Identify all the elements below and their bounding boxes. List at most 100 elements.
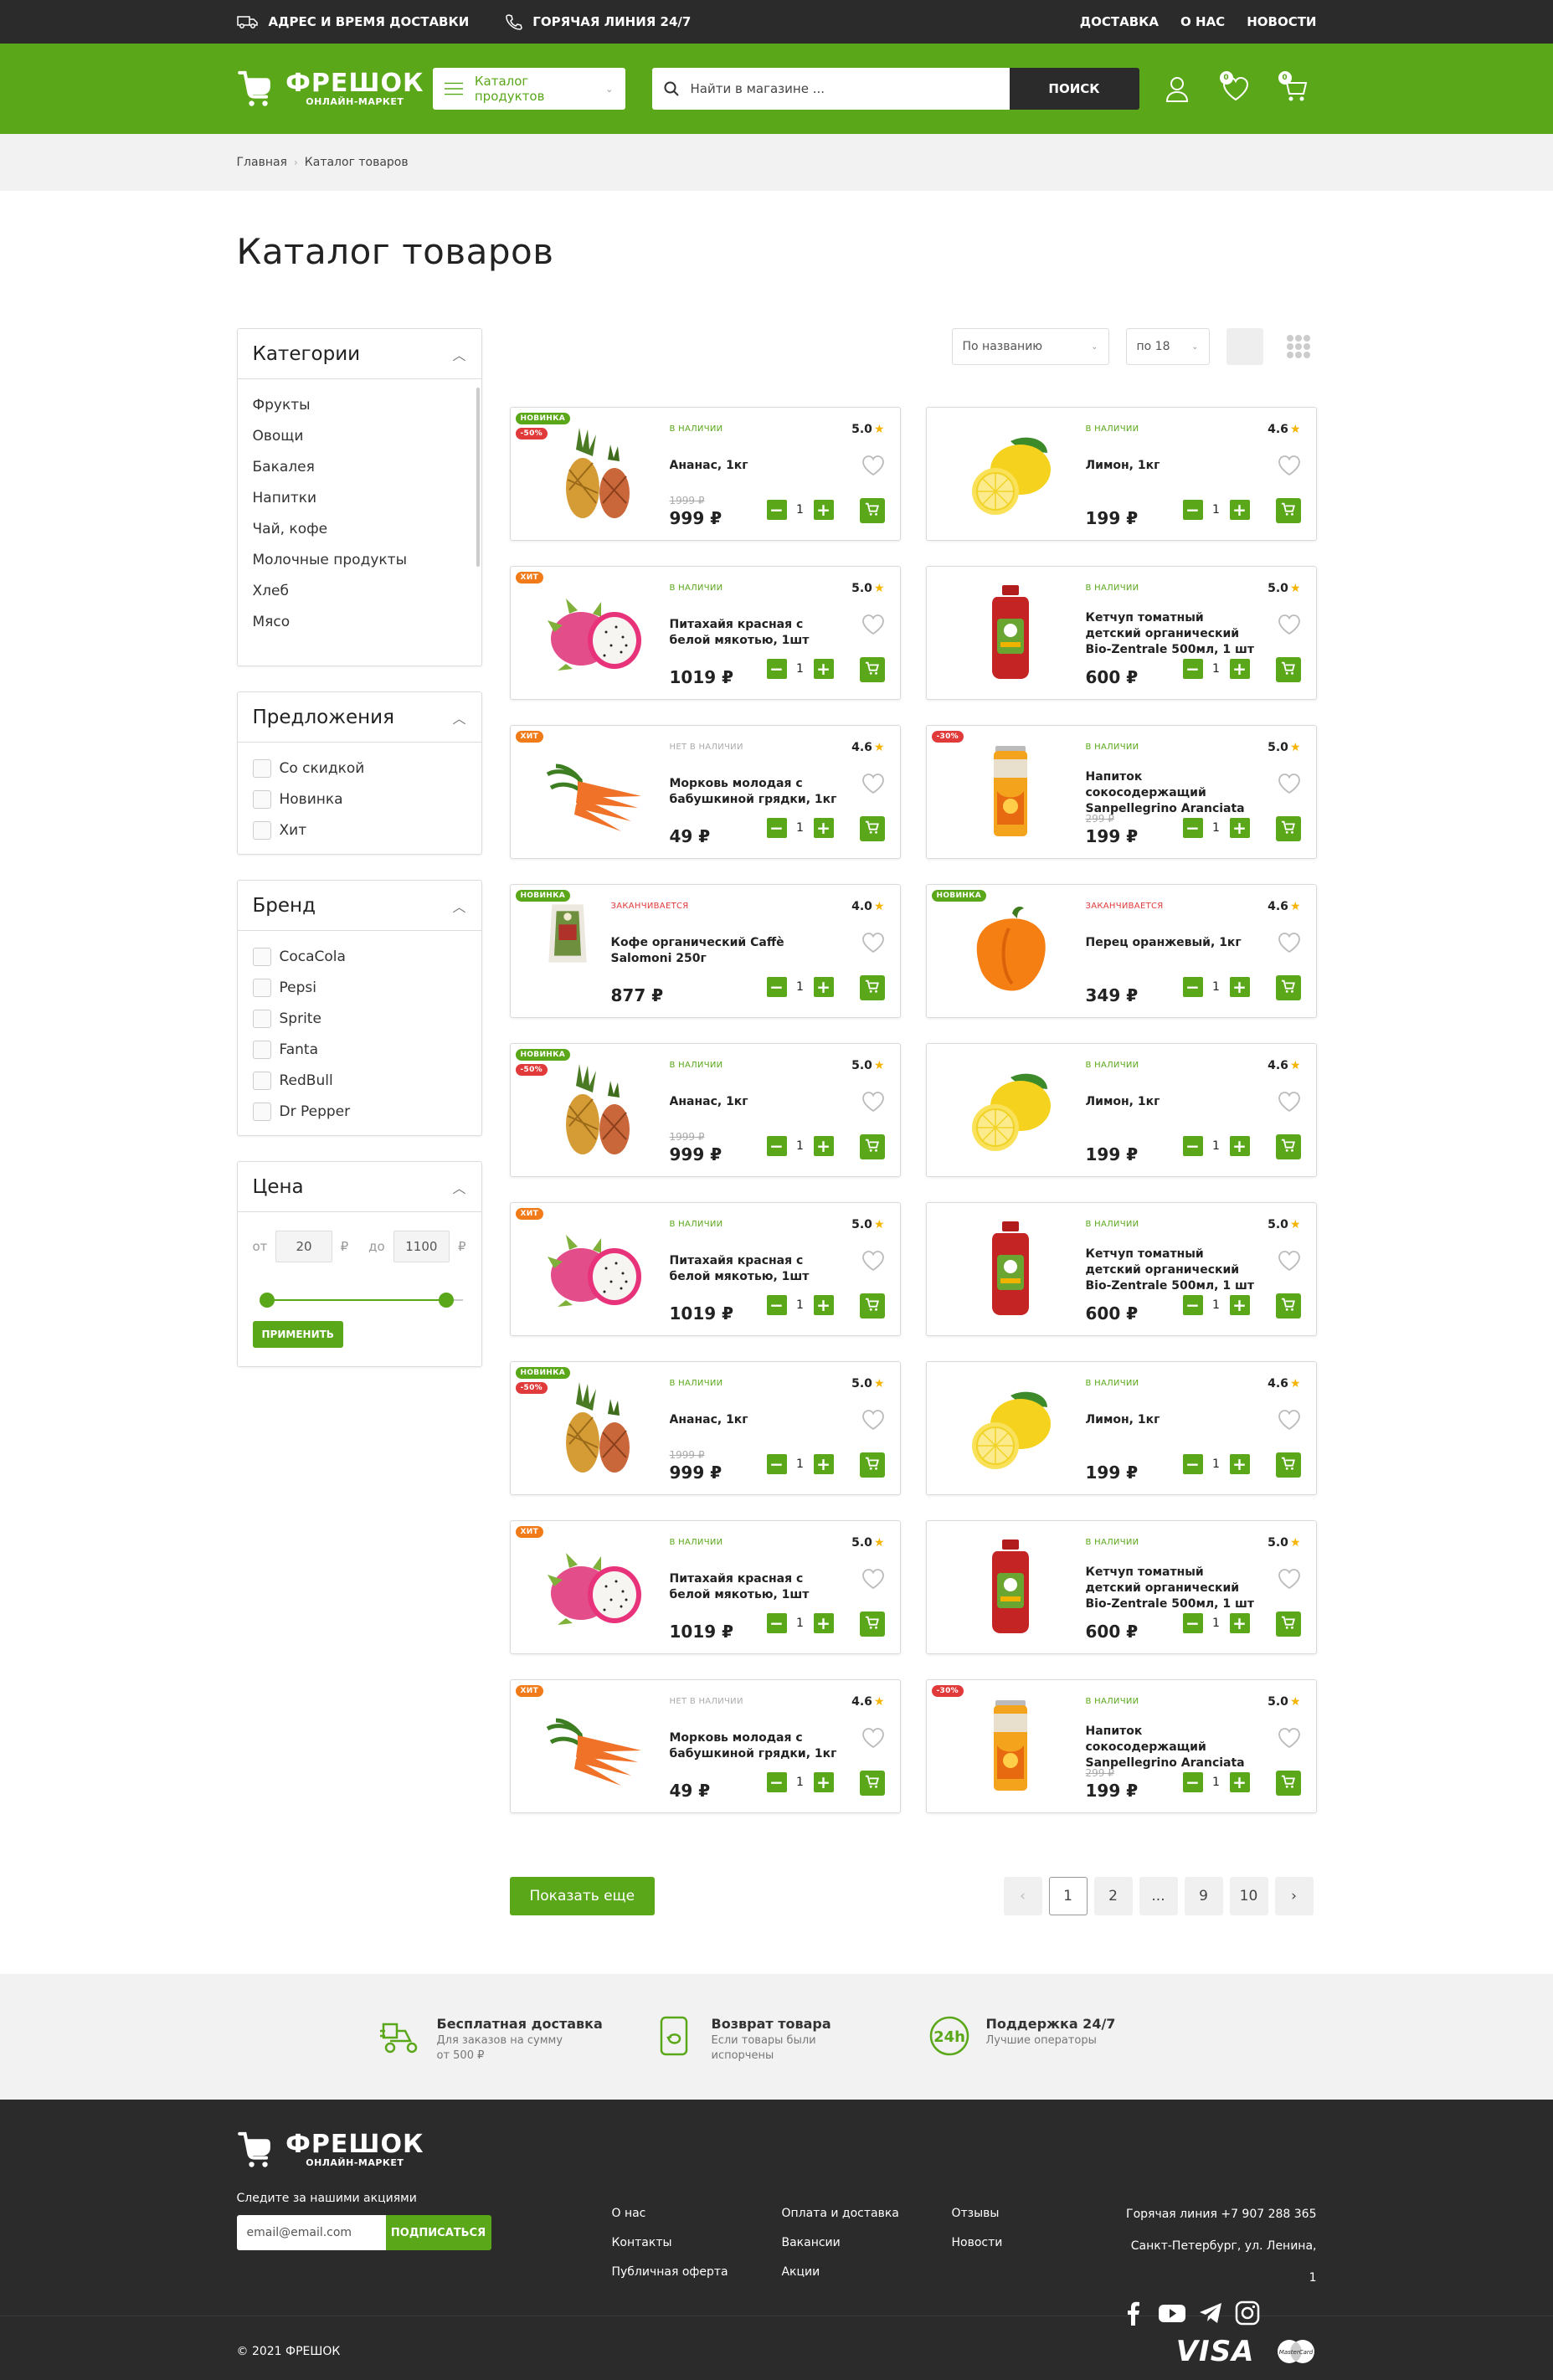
increase-button[interactable]: + [1229,1136,1250,1156]
decrease-button[interactable]: − [766,1772,787,1792]
decrease-button[interactable]: − [766,977,787,997]
add-to-cart-button[interactable] [859,1134,885,1159]
prev-page-button[interactable]: ‹ [1003,1877,1042,1915]
per-page-select[interactable]: по 18 ⌄ [1125,328,1210,365]
price-to-input[interactable]: 1100 [393,1231,450,1262]
product-card[interactable]: НОВИНКА -50% В НАЛИЧИИ 5.0 ★ Ананас, 1кг 1… [509,1361,901,1495]
checkbox-box[interactable] [252,820,271,840]
heart-icon[interactable] [861,1409,885,1431]
checkbox-box[interactable] [252,758,271,778]
footer-link[interactable]: Контакты [611,2236,781,2249]
product-image[interactable] [960,1536,1061,1637]
heart-icon[interactable] [861,773,885,794]
product-name[interactable]: Напиток сокосодержащий Sanpellegrino Ara… [1086,769,1260,817]
scrollbar[interactable] [476,388,480,567]
product-card[interactable]: ХИТ В НАЛИЧИИ 5.0 ★ Питахайя красная с бе… [509,1202,901,1336]
apply-button[interactable]: ПРИМЕНИТЬ [252,1321,343,1348]
subscribe-button[interactable]: ПОДПИСАТЬСЯ [385,2215,491,2250]
decrease-button[interactable]: − [1182,1772,1203,1792]
delivery-address-link[interactable]: АДРЕС И ВРЕМЯ ДОСТАВКИ [236,14,469,29]
footer-link[interactable]: Публичная оферта [611,2265,781,2279]
increase-button[interactable]: + [813,1613,834,1633]
footer-link[interactable]: Оплата и доставка [781,2207,951,2220]
quantity-value[interactable]: 1 [1210,1776,1223,1789]
list-view-button[interactable] [1226,328,1263,365]
add-to-cart-button[interactable] [859,657,885,682]
slider-max-handle[interactable] [438,1293,454,1308]
quantity-value[interactable]: 1 [794,821,807,835]
page-button[interactable]: 10 [1229,1877,1268,1915]
add-to-cart-button[interactable] [1275,975,1301,1000]
filter-price-header[interactable]: Цена ︿ [237,1162,481,1212]
heart-icon[interactable] [1278,1727,1301,1749]
nav-link-about[interactable]: О НАС [1180,14,1225,29]
heart-icon[interactable] [861,614,885,635]
brand-checkbox[interactable]: CocaCola [252,941,466,972]
increase-button[interactable]: + [813,1454,834,1474]
product-image[interactable] [534,900,601,1000]
product-card[interactable]: В НАЛИЧИИ 5.0 ★ Кетчуп томатный детский о… [925,566,1317,700]
decrease-button[interactable]: − [1182,1295,1203,1315]
add-to-cart-button[interactable] [1275,1134,1301,1159]
checkbox-box[interactable] [252,1071,271,1090]
increase-button[interactable]: + [1229,1613,1250,1633]
product-card[interactable]: В НАЛИЧИИ 5.0 ★ Кетчуп томатный детский о… [925,1520,1317,1654]
add-to-cart-button[interactable] [1275,498,1301,523]
next-page-button[interactable]: › [1274,1877,1314,1915]
filter-offers-header[interactable]: Предложения ︿ [237,692,481,743]
decrease-button[interactable]: − [1182,659,1203,679]
category-item[interactable]: Фрукты [253,389,466,420]
show-more-button[interactable]: Показать еще [509,1877,656,1915]
heart-icon[interactable] [861,1568,885,1590]
add-to-cart-button[interactable] [859,1771,885,1796]
heart-icon[interactable] [1278,773,1301,794]
product-image[interactable] [960,1695,1061,1796]
product-name[interactable]: Кетчуп томатный детский органический Bio… [1086,1565,1260,1612]
decrease-button[interactable]: − [1182,1454,1203,1474]
product-name[interactable]: Ананас, 1кг [670,1412,844,1428]
checkbox-box[interactable] [252,978,271,997]
brand-checkbox[interactable]: Fanta [252,1034,466,1065]
product-name[interactable]: Лимон, 1кг [1086,1094,1260,1110]
category-item[interactable]: Хлеб [253,575,466,606]
add-to-cart-button[interactable] [859,498,885,523]
decrease-button[interactable]: − [766,1136,787,1156]
brand-checkbox[interactable]: Sprite [252,1003,466,1034]
product-image[interactable] [960,423,1061,523]
heart-icon[interactable] [1278,455,1301,476]
product-image[interactable] [960,741,1061,841]
footer-link[interactable]: Новости [951,2236,1121,2249]
add-to-cart-button[interactable] [1275,1452,1301,1478]
category-item[interactable]: Чай, кофе [253,513,466,544]
checkbox-box[interactable] [252,1009,271,1028]
product-card[interactable]: ХИТ В НАЛИЧИИ 5.0 ★ Питахайя красная с бе… [509,566,901,700]
product-name[interactable]: Питахайя красная с белой мякотью, 1шт [670,617,844,649]
favorites-button[interactable]: 0 [1219,71,1250,103]
offer-checkbox[interactable]: Хит [252,815,466,846]
decrease-button[interactable]: − [1182,1613,1203,1633]
increase-button[interactable]: + [813,1136,834,1156]
product-card[interactable]: ХИТ НЕТ В НАЛИЧИИ 4.6 ★ Морковь молодая с… [509,1679,901,1813]
increase-button[interactable]: + [1229,1295,1250,1315]
checkbox-box[interactable] [252,947,271,966]
heart-icon[interactable] [861,1727,885,1749]
checkbox-box[interactable] [252,1102,271,1121]
quantity-value[interactable]: 1 [1210,1298,1223,1312]
product-name[interactable]: Кофе органический Caffè Salomoni 250г [611,935,785,967]
product-name[interactable]: Морковь молодая с бабушкиной грядки, 1кг [670,1730,844,1762]
add-to-cart-button[interactable] [859,1452,885,1478]
add-to-cart-button[interactable] [1275,657,1301,682]
product-card[interactable]: НОВИНКА ЗАКАНЧИВАЕТСЯ 4.0 ★ Кофе органиче… [509,884,901,1018]
product-card[interactable]: В НАЛИЧИИ 5.0 ★ Кетчуп томатный детский о… [925,1202,1317,1336]
quantity-value[interactable]: 1 [794,662,807,676]
product-image[interactable] [544,1536,645,1637]
product-image[interactable] [544,1059,645,1159]
decrease-button[interactable]: − [766,500,787,520]
category-item[interactable]: Напитки [253,482,466,513]
product-card[interactable]: НОВИНКА -50% В НАЛИЧИИ 5.0 ★ Ананас, 1кг 1… [509,1043,901,1177]
filter-brand-header[interactable]: Бренд ︿ [237,881,481,931]
add-to-cart-button[interactable] [859,1612,885,1637]
quantity-value[interactable]: 1 [1210,980,1223,994]
quantity-value[interactable]: 1 [794,503,807,517]
quantity-value[interactable]: 1 [794,1617,807,1630]
